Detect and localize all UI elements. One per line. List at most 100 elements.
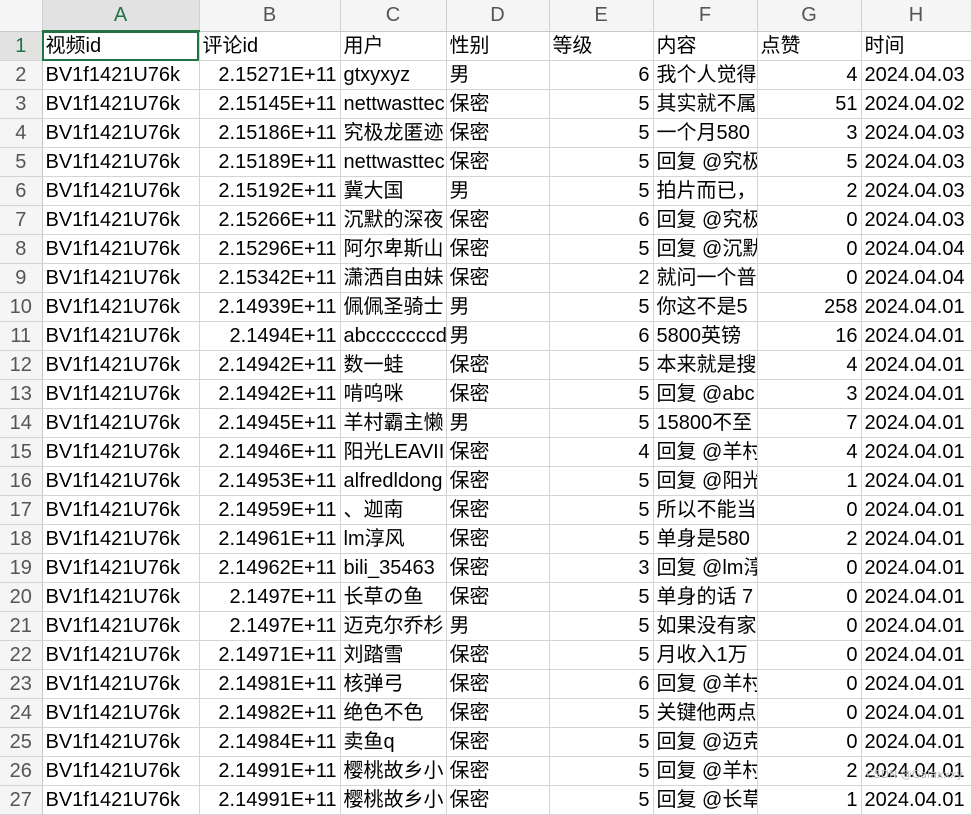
cell-video-id[interactable]: BV1f1421U76k	[42, 437, 200, 467]
cell-video-id[interactable]: BV1f1421U76k	[42, 176, 200, 206]
cell-time[interactable]: 2024.04.02	[861, 89, 971, 119]
cell-video-id[interactable]: BV1f1421U76k	[42, 205, 200, 235]
cell-user[interactable]: 樱桃故乡小	[340, 785, 447, 815]
cell-gender[interactable]: 保密	[446, 727, 550, 757]
cell-likes[interactable]: 0	[757, 611, 862, 641]
cell-gender[interactable]: 保密	[446, 234, 550, 264]
cell-content[interactable]: 单身是580	[653, 524, 758, 554]
cell-video-id[interactable]: BV1f1421U76k	[42, 234, 200, 264]
cell-gender[interactable]: 保密	[446, 669, 550, 699]
cell-comment-id[interactable]: 2.14984E+11	[199, 727, 341, 757]
row-header[interactable]: 3	[0, 89, 43, 119]
cell-comment-id[interactable]: 2.14991E+11	[199, 785, 341, 815]
cell-f1-content-header[interactable]: 内容	[653, 31, 758, 61]
cell-time[interactable]: 2024.04.03	[861, 60, 971, 90]
cell-time[interactable]: 2024.04.01	[861, 698, 971, 728]
cell-video-id[interactable]: BV1f1421U76k	[42, 611, 200, 641]
cell-video-id[interactable]: BV1f1421U76k	[42, 60, 200, 90]
cell-gender[interactable]: 保密	[446, 553, 550, 583]
cell-time[interactable]: 2024.04.01	[861, 379, 971, 409]
cell-comment-id[interactable]: 2.15189E+11	[199, 147, 341, 177]
cell-level[interactable]: 5	[549, 408, 654, 438]
cell-time[interactable]: 2024.04.01	[861, 582, 971, 612]
cell-gender[interactable]: 保密	[446, 350, 550, 380]
cell-time[interactable]: 2024.04.01	[861, 553, 971, 583]
cell-comment-id[interactable]: 2.14962E+11	[199, 553, 341, 583]
cell-content[interactable]: 单身的话 7	[653, 582, 758, 612]
cell-comment-id[interactable]: 2.14942E+11	[199, 350, 341, 380]
cell-gender[interactable]: 保密	[446, 147, 550, 177]
cell-likes[interactable]: 258	[757, 292, 862, 322]
cell-user[interactable]: 冀大国	[340, 176, 447, 206]
cell-likes[interactable]: 16	[757, 321, 862, 351]
cell-level[interactable]: 5	[549, 640, 654, 670]
cell-level[interactable]: 5	[549, 785, 654, 815]
cell-user[interactable]: abcccccccd	[340, 321, 447, 351]
cell-time[interactable]: 2024.04.01	[861, 524, 971, 554]
cell-time[interactable]: 2024.04.03	[861, 118, 971, 148]
row-header[interactable]: 17	[0, 495, 43, 525]
cell-user[interactable]: nettwasttec	[340, 89, 447, 119]
cell-likes[interactable]: 2	[757, 524, 862, 554]
cell-level[interactable]: 6	[549, 60, 654, 90]
cell-user[interactable]: 刘踏雪	[340, 640, 447, 670]
cell-level[interactable]: 5	[549, 379, 654, 409]
cell-time[interactable]: 2024.04.01	[861, 437, 971, 467]
cell-gender[interactable]: 保密	[446, 263, 550, 293]
cell-video-id[interactable]: BV1f1421U76k	[42, 350, 200, 380]
cell-video-id[interactable]: BV1f1421U76k	[42, 118, 200, 148]
cell-level[interactable]: 6	[549, 205, 654, 235]
cell-level[interactable]: 2	[549, 263, 654, 293]
cell-gender[interactable]: 男	[446, 611, 550, 641]
cell-likes[interactable]: 1	[757, 466, 862, 496]
cell-comment-id[interactable]: 2.15266E+11	[199, 205, 341, 235]
cell-content[interactable]: 其实就不属	[653, 89, 758, 119]
row-header[interactable]: 11	[0, 321, 43, 351]
cell-user[interactable]: alfredldong	[340, 466, 447, 496]
cell-gender[interactable]: 保密	[446, 89, 550, 119]
cell-content[interactable]: 回复 @迈克	[653, 727, 758, 757]
column-header-e[interactable]: E	[549, 0, 654, 32]
cell-gender[interactable]: 保密	[446, 582, 550, 612]
row-header[interactable]: 10	[0, 292, 43, 322]
cell-comment-id[interactable]: 2.14991E+11	[199, 756, 341, 786]
cell-likes[interactable]: 5	[757, 147, 862, 177]
cell-level[interactable]: 5	[549, 89, 654, 119]
cell-user[interactable]: 樱桃故乡小	[340, 756, 447, 786]
cell-gender[interactable]: 保密	[446, 379, 550, 409]
cell-level[interactable]: 5	[549, 495, 654, 525]
cell-content[interactable]: 拍片而已，	[653, 176, 758, 206]
cell-video-id[interactable]: BV1f1421U76k	[42, 408, 200, 438]
cell-user[interactable]: 潇洒自由妹	[340, 263, 447, 293]
cell-user[interactable]: gtxyxyz	[340, 60, 447, 90]
cell-comment-id[interactable]: 2.15186E+11	[199, 118, 341, 148]
cell-comment-id[interactable]: 2.15271E+11	[199, 60, 341, 90]
cell-likes[interactable]: 0	[757, 495, 862, 525]
cell-content[interactable]: 回复 @究极	[653, 205, 758, 235]
cell-level[interactable]: 5	[549, 756, 654, 786]
cell-time[interactable]: 2024.04.04	[861, 234, 971, 264]
cell-video-id[interactable]: BV1f1421U76k	[42, 89, 200, 119]
cell-likes[interactable]: 51	[757, 89, 862, 119]
cell-user[interactable]: 沉默的深夜	[340, 205, 447, 235]
cell-video-id[interactable]: BV1f1421U76k	[42, 292, 200, 322]
cell-video-id[interactable]: BV1f1421U76k	[42, 379, 200, 409]
cell-gender[interactable]: 保密	[446, 524, 550, 554]
cell-user[interactable]: 羊村霸主懒	[340, 408, 447, 438]
row-header[interactable]: 1	[0, 31, 43, 61]
cell-comment-id[interactable]: 2.14953E+11	[199, 466, 341, 496]
cell-time[interactable]: 2024.04.01	[861, 350, 971, 380]
cell-content[interactable]: 回复 @阳光	[653, 466, 758, 496]
row-header[interactable]: 20	[0, 582, 43, 612]
cell-gender[interactable]: 男	[446, 292, 550, 322]
cell-user[interactable]: 数一蛙	[340, 350, 447, 380]
cell-level[interactable]: 5	[549, 611, 654, 641]
cell-level[interactable]: 5	[549, 524, 654, 554]
cell-user[interactable]: 啃呜咪	[340, 379, 447, 409]
cell-level[interactable]: 5	[549, 727, 654, 757]
cell-content[interactable]: 就问一个普	[653, 263, 758, 293]
column-header-c[interactable]: C	[340, 0, 447, 32]
cell-video-id[interactable]: BV1f1421U76k	[42, 263, 200, 293]
cell-likes[interactable]: 2	[757, 756, 862, 786]
cell-video-id[interactable]: BV1f1421U76k	[42, 785, 200, 815]
